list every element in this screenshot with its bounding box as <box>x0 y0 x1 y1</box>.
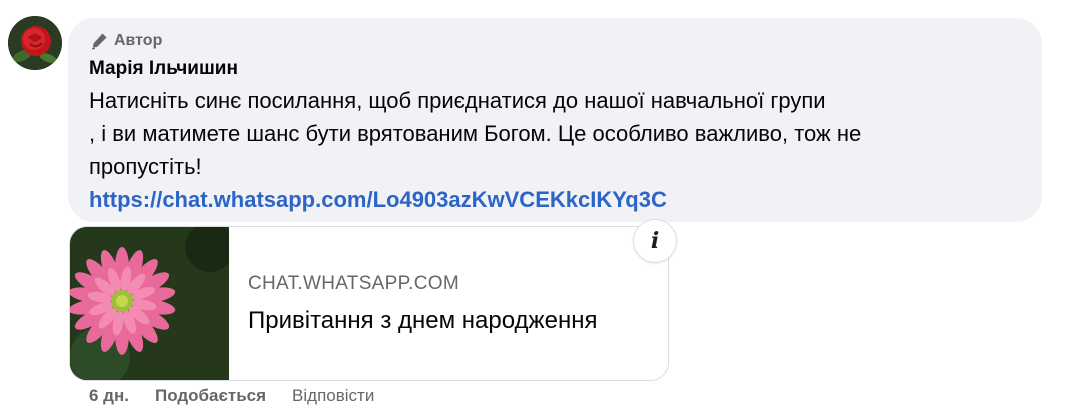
info-button[interactable]: i <box>633 219 677 263</box>
author-avatar[interactable] <box>8 16 62 70</box>
author-badge-label: Автор <box>114 32 163 49</box>
preview-title: Привітання з днем народження <box>248 307 598 334</box>
comment-text: Натисніть синє посилання, щоб приєднатис… <box>89 84 1019 216</box>
comment-text-line: , і ви матимете шанс бути врятованим Бог… <box>89 121 862 146</box>
timestamp-link[interactable]: 6 дн. <box>89 386 129 406</box>
like-button[interactable]: Подобається <box>155 386 266 406</box>
preview-image <box>70 227 229 380</box>
pink-flower-icon <box>70 227 229 380</box>
preview-domain: CHAT.WHATSAPP.COM <box>248 273 459 294</box>
comment-text-line: Натисніть синє посилання, щоб приєднатис… <box>89 88 826 113</box>
author-badge: Автор <box>90 31 162 51</box>
reply-button[interactable]: Відповісти <box>292 386 374 406</box>
author-name[interactable]: Марія Ільчишин <box>89 58 238 80</box>
pen-icon <box>92 33 107 50</box>
comment-bubble: Автор Марія Ільчишин Натисніть синє поси… <box>68 18 1042 222</box>
comment-actions: 6 дн. Подобається Відповісти <box>89 386 374 406</box>
red-rose-icon <box>8 16 62 70</box>
comment-text-line: пропустіть! <box>89 154 202 179</box>
info-icon: i <box>650 228 660 254</box>
whatsapp-link[interactable]: https://chat.whatsapp.com/Lo4903azKwVCEK… <box>89 183 1019 216</box>
link-preview-card[interactable]: CHAT.WHATSAPP.COM Привітання з днем наро… <box>69 226 669 381</box>
